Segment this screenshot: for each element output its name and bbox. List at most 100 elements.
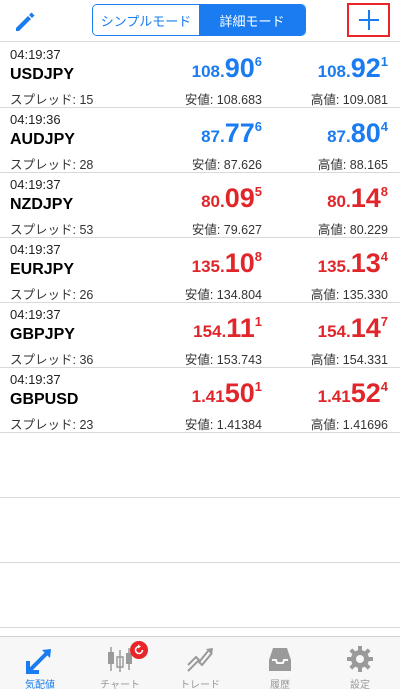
bid-big-digits: 50 bbox=[224, 378, 255, 408]
ask-prefix: 154. bbox=[317, 322, 351, 341]
bid-pip: 6 bbox=[254, 119, 262, 134]
quote-row[interactable]: 04:19:37 USDJPY スプレッド: 15 108.906 108.92… bbox=[0, 43, 400, 108]
quotes-arrows-icon bbox=[24, 644, 56, 674]
ask-price[interactable]: 135.134 bbox=[318, 250, 388, 277]
ask-pip: 4 bbox=[380, 249, 388, 264]
ask-pip: 4 bbox=[380, 379, 388, 394]
top-toolbar: シンプルモード 詳細モード bbox=[0, 0, 400, 42]
quote-time: 04:19:37 bbox=[10, 307, 61, 322]
high-value: 高値: 135.330 bbox=[310, 288, 388, 302]
plus-icon bbox=[358, 10, 379, 30]
low-value: 安値: 153.743 bbox=[184, 353, 262, 367]
tab-trade[interactable]: トレード bbox=[160, 637, 240, 689]
ask-price[interactable]: 87.804 bbox=[327, 120, 388, 147]
edit-button[interactable] bbox=[10, 6, 40, 36]
low-value: 安値: 134.804 bbox=[184, 288, 262, 302]
spread-label: スプレッド: 23 bbox=[10, 418, 94, 432]
symbol-name: EURJPY bbox=[10, 261, 75, 278]
tab-settings[interactable]: 設定 bbox=[320, 637, 400, 689]
spread-label: スプレッド: 15 bbox=[10, 93, 94, 107]
symbol-name: GBPUSD bbox=[10, 391, 79, 408]
empty-list-row bbox=[0, 563, 400, 628]
refresh-badge-icon bbox=[130, 641, 148, 659]
ask-price[interactable]: 154.147 bbox=[318, 315, 388, 342]
bid-big-digits: 77 bbox=[224, 118, 255, 148]
bid-prefix: 154. bbox=[193, 322, 227, 341]
tab-history-label: 履歴 bbox=[270, 680, 290, 689]
bid-prefix: 80. bbox=[201, 192, 225, 211]
ask-pip: 1 bbox=[380, 54, 388, 69]
ask-pip: 8 bbox=[380, 184, 388, 199]
ask-big-digits: 13 bbox=[350, 248, 381, 278]
bid-pip: 6 bbox=[254, 54, 262, 69]
tab-settings-label: 設定 bbox=[350, 680, 370, 689]
bid-pip: 1 bbox=[254, 314, 262, 329]
add-symbol-button[interactable] bbox=[347, 3, 390, 37]
ask-big-digits: 80 bbox=[350, 118, 381, 148]
bid-big-digits: 09 bbox=[224, 183, 255, 213]
bid-pip: 1 bbox=[254, 379, 262, 394]
bid-big-digits: 90 bbox=[224, 53, 255, 83]
tab-trade-label: トレード bbox=[180, 680, 220, 689]
bid-pip: 5 bbox=[254, 184, 262, 199]
tab-quotes[interactable]: 気配値 bbox=[0, 637, 80, 689]
symbol-name: NZDJPY bbox=[10, 196, 74, 213]
ask-prefix: 80. bbox=[327, 192, 351, 211]
ask-prefix: 135. bbox=[317, 257, 351, 276]
low-value: 安値: 108.683 bbox=[184, 93, 262, 107]
ask-big-digits: 92 bbox=[350, 53, 381, 83]
ask-price[interactable]: 80.148 bbox=[327, 185, 388, 212]
ask-price[interactable]: 1.41524 bbox=[318, 380, 388, 407]
ask-big-digits: 14 bbox=[350, 183, 381, 213]
quote-row[interactable]: 04:19:37 EURJPY スプレッド: 26 135.108 135.13… bbox=[0, 238, 400, 303]
quote-row[interactable]: 04:19:37 NZDJPY スプレッド: 53 80.095 80.148 … bbox=[0, 173, 400, 238]
high-value: 高値: 88.165 bbox=[317, 158, 388, 172]
spread-label: スプレッド: 28 bbox=[10, 158, 94, 172]
ask-prefix: 108. bbox=[317, 62, 351, 81]
tab-chart[interactable]: チャート bbox=[80, 637, 160, 689]
quote-time: 04:19:36 bbox=[10, 112, 61, 127]
high-value: 高値: 154.331 bbox=[310, 353, 388, 367]
bid-prefix: 87. bbox=[201, 127, 225, 146]
ask-prefix: 87. bbox=[327, 127, 351, 146]
bid-pip: 8 bbox=[254, 249, 262, 264]
bid-prefix: 1.41 bbox=[191, 387, 225, 406]
simple-mode-tab[interactable]: シンプルモード bbox=[93, 5, 199, 35]
ask-pip: 4 bbox=[380, 119, 388, 134]
spread-label: スプレッド: 36 bbox=[10, 353, 94, 367]
quote-time: 04:19:37 bbox=[10, 372, 61, 387]
symbol-name: AUDJPY bbox=[10, 131, 75, 148]
mode-segmented-control: シンプルモード 詳細モード bbox=[92, 4, 306, 36]
low-value: 安値: 1.41384 bbox=[184, 418, 262, 432]
bid-price[interactable]: 87.776 bbox=[201, 120, 262, 147]
history-inbox-icon bbox=[264, 644, 296, 674]
spread-label: スプレッド: 53 bbox=[10, 223, 94, 237]
quote-row[interactable]: 04:19:36 AUDJPY スプレッド: 28 87.776 87.804 … bbox=[0, 108, 400, 173]
high-value: 高値: 80.229 bbox=[317, 223, 388, 237]
quote-time: 04:19:37 bbox=[10, 242, 61, 257]
empty-list-row bbox=[0, 433, 400, 498]
quote-time: 04:19:37 bbox=[10, 177, 61, 192]
high-value: 高値: 109.081 bbox=[310, 93, 388, 107]
tab-history[interactable]: 履歴 bbox=[240, 637, 320, 689]
bottom-tab-bar: 気配値 チャート トレード 履歴 設定 bbox=[0, 636, 400, 689]
bid-price[interactable]: 135.108 bbox=[192, 250, 262, 277]
bid-price[interactable]: 154.111 bbox=[193, 315, 262, 342]
tab-chart-label: チャート bbox=[100, 680, 140, 689]
detail-mode-tab[interactable]: 詳細モード bbox=[199, 5, 305, 35]
settings-gear-icon bbox=[344, 644, 376, 674]
low-value: 安値: 87.626 bbox=[191, 158, 262, 172]
bid-price[interactable]: 80.095 bbox=[201, 185, 262, 212]
pencil-icon bbox=[16, 12, 35, 31]
bid-prefix: 108. bbox=[191, 62, 225, 81]
quote-row[interactable]: 04:19:37 GBPJPY スプレッド: 36 154.111 154.14… bbox=[0, 303, 400, 368]
quote-row[interactable]: 04:19:37 GBPUSD スプレッド: 23 1.41501 1.4152… bbox=[0, 368, 400, 433]
quote-list: 04:19:37 USDJPY スプレッド: 15 108.906 108.92… bbox=[0, 43, 400, 628]
bid-big-digits: 10 bbox=[224, 248, 255, 278]
ask-price[interactable]: 108.921 bbox=[318, 55, 388, 82]
ask-big-digits: 14 bbox=[350, 313, 381, 343]
bid-price[interactable]: 108.906 bbox=[192, 55, 262, 82]
spread-label: スプレッド: 26 bbox=[10, 288, 94, 302]
bid-price[interactable]: 1.41501 bbox=[192, 380, 262, 407]
empty-list-row bbox=[0, 498, 400, 563]
